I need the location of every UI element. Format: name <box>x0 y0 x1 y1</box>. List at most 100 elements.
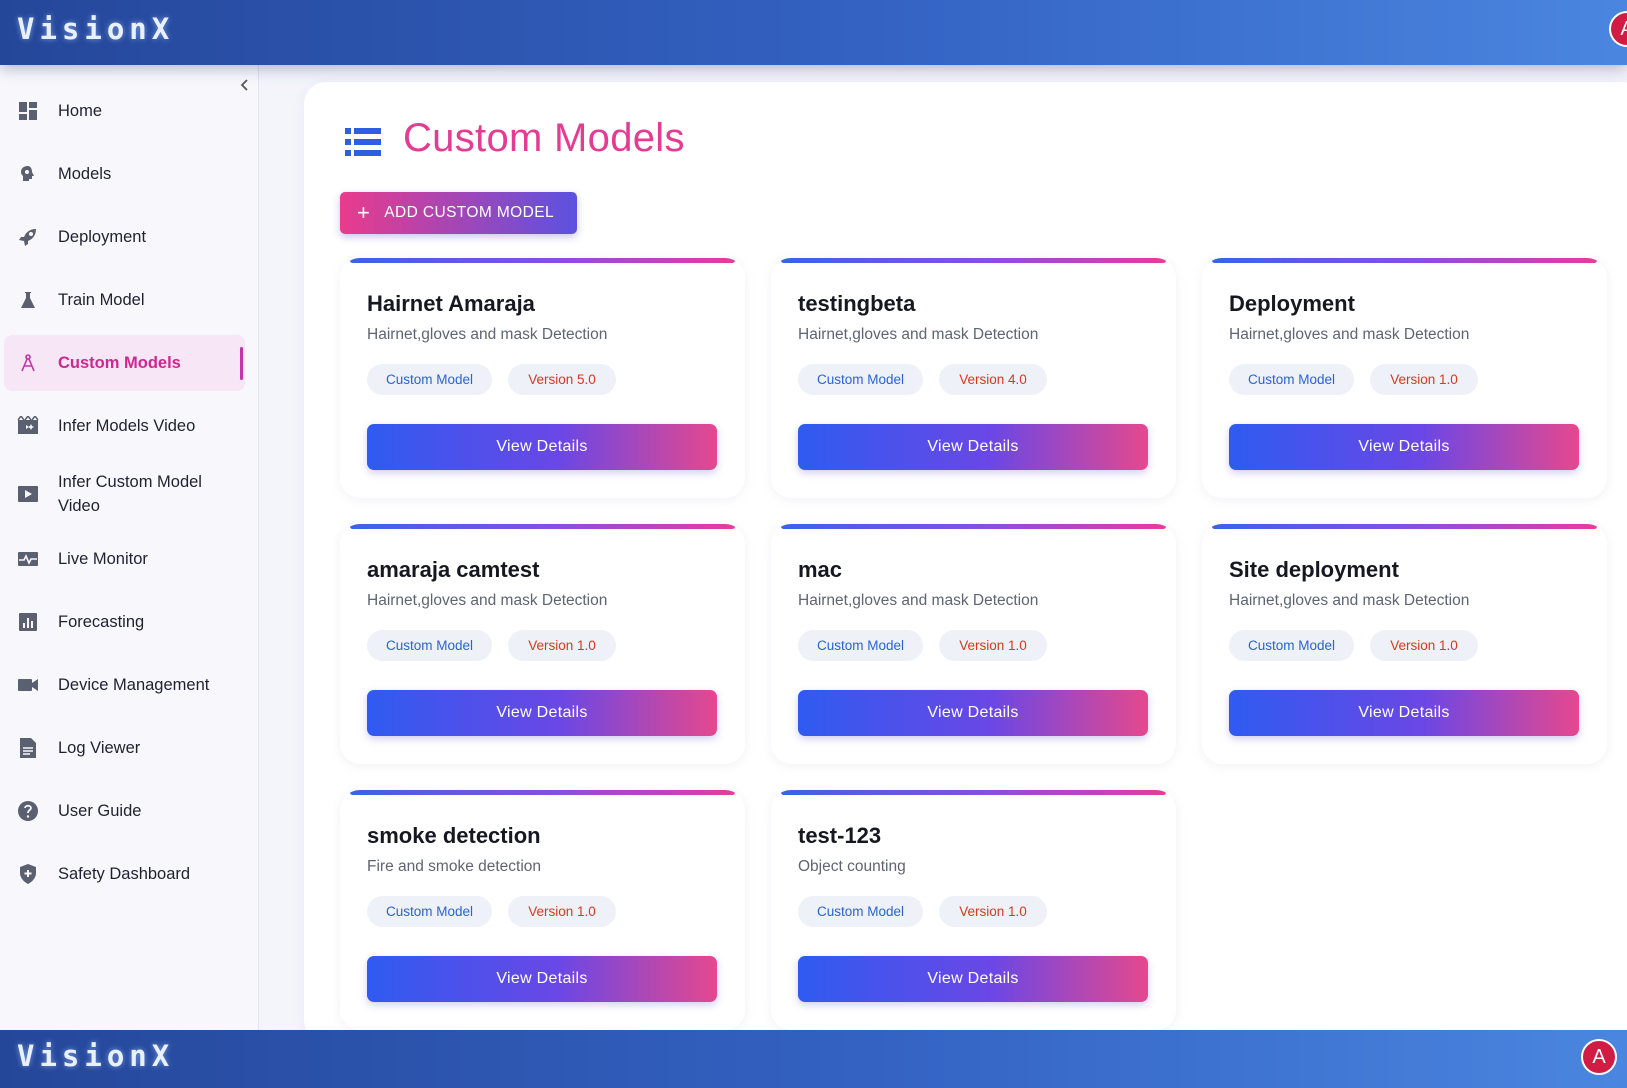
card-accent-line <box>1212 524 1597 529</box>
view-details-button[interactable]: View Details <box>367 424 717 470</box>
card-title: amaraja camtest <box>367 557 540 582</box>
rocket-icon <box>15 224 41 250</box>
card-description: Hairnet,gloves and mask Detection <box>367 326 608 343</box>
brand-logo: VisionX <box>17 1039 175 1073</box>
version-badge: Version 1.0 <box>1370 364 1478 395</box>
view-details-button[interactable]: View Details <box>798 424 1148 470</box>
type-badge: Custom Model <box>798 896 923 927</box>
monitor-heart-icon <box>15 546 41 572</box>
plus-icon: + <box>357 200 371 225</box>
card-description: Fire and smoke detection <box>367 858 542 875</box>
type-badge: Custom Model <box>798 630 923 661</box>
sidebar-item-label: Deployment <box>58 228 147 246</box>
add-custom-model-button[interactable]: + ADD CUSTOM MODEL <box>340 192 577 234</box>
sidebar-item-device-management[interactable]: Device Management <box>4 657 245 713</box>
sidebar-item-home[interactable]: Home <box>4 83 245 139</box>
view-details-button[interactable]: View Details <box>367 956 717 1002</box>
sidebar-item-label: User Guide <box>58 802 142 820</box>
model-card: mac Hairnet,gloves and mask Detection Cu… <box>771 524 1176 764</box>
sidebar-item-custom-models[interactable]: Custom Models <box>4 335 245 391</box>
sidebar-item-label: Train Model <box>58 291 145 309</box>
version-badge: Version 1.0 <box>508 896 616 927</box>
sidebar-item-label: Home <box>58 102 103 120</box>
sidebar-item-log-viewer[interactable]: Log Viewer <box>4 720 245 776</box>
sidebar-item-infer-custom-model-video[interactable]: Infer Custom Model Video <box>4 463 245 525</box>
model-card: amaraja camtest Hairnet,gloves and mask … <box>340 524 745 764</box>
sidebar-item-label: Infer Models Video <box>58 417 196 435</box>
sidebar-item-label: Models <box>58 165 112 183</box>
card-title: smoke detection <box>367 823 541 848</box>
sidebar-item-user-guide[interactable]: User Guide <box>4 783 245 839</box>
sidebar-item-infer-models-video[interactable]: Infer Models Video <box>4 398 245 454</box>
bar-chart-icon <box>15 609 41 635</box>
version-badge: Version 1.0 <box>508 630 616 661</box>
card-title: test-123 <box>798 823 882 848</box>
brand-logo: VisionX <box>17 12 175 46</box>
card-accent-line <box>350 258 735 263</box>
view-details-button[interactable]: View Details <box>367 690 717 736</box>
brain-icon <box>15 161 41 187</box>
card-description: Hairnet,gloves and mask Detection <box>1229 592 1470 609</box>
version-badge: Version 1.0 <box>939 896 1047 927</box>
card-description: Object counting <box>798 858 906 875</box>
document-icon <box>15 735 41 761</box>
card-accent-line <box>1212 258 1597 263</box>
sidebar-item-train-model[interactable]: Train Model <box>4 272 245 328</box>
card-title: testingbeta <box>798 291 916 316</box>
sidebar-item-label: Safety Dashboard <box>58 865 191 883</box>
flask-icon <box>15 287 41 313</box>
page-title: Custom Models <box>403 116 685 160</box>
sidebar-item-forecasting[interactable]: Forecasting <box>4 594 245 650</box>
top-app-bar: VisionX A <box>0 0 1627 65</box>
play-icon <box>15 481 41 507</box>
view-details-button[interactable]: View Details <box>798 690 1148 736</box>
help-icon <box>15 798 41 824</box>
card-title: mac <box>798 557 843 582</box>
view-details-button[interactable]: View Details <box>1229 424 1579 470</box>
version-badge: Version 5.0 <box>508 364 616 395</box>
version-badge: Version 1.0 <box>1370 630 1478 661</box>
type-badge: Custom Model <box>367 896 492 927</box>
user-avatar[interactable]: A <box>1581 1039 1617 1075</box>
view-details-button[interactable]: View Details <box>798 956 1148 1002</box>
card-accent-line <box>350 790 735 795</box>
card-accent-line <box>350 524 735 529</box>
video-edit-icon <box>15 413 41 439</box>
card-description: Hairnet,gloves and mask Detection <box>1229 326 1470 343</box>
bottom-app-bar: VisionX A <box>0 1030 1627 1088</box>
list-icon <box>345 127 381 157</box>
model-card: test-123 Object counting Custom Model Ve… <box>771 790 1176 1030</box>
sidebar-item-label: Forecasting <box>58 613 145 631</box>
type-badge: Custom Model <box>1229 364 1354 395</box>
compass-icon <box>15 350 41 376</box>
version-badge: Version 1.0 <box>939 630 1047 661</box>
type-badge: Custom Model <box>798 364 923 395</box>
model-card: Site deployment Hairnet,gloves and mask … <box>1202 524 1607 764</box>
type-badge: Custom Model <box>1229 630 1354 661</box>
card-description: Hairnet,gloves and mask Detection <box>367 592 608 609</box>
sidebar-item-models[interactable]: Models <box>4 146 245 202</box>
card-description: Hairnet,gloves and mask Detection <box>798 326 1039 343</box>
shield-icon <box>15 861 41 887</box>
card-title: Site deployment <box>1229 557 1399 582</box>
sidebar-item-label: Log Viewer <box>58 739 141 757</box>
version-badge: Version 4.0 <box>939 364 1047 395</box>
card-accent-line <box>781 790 1166 795</box>
user-avatar[interactable]: A <box>1609 11 1627 47</box>
sidebar-item-label: Custom Models <box>58 354 181 372</box>
model-card: smoke detection Fire and smoke detection… <box>340 790 745 1030</box>
sidebar-item-label: Device Management <box>58 676 210 694</box>
dashboard-icon <box>15 98 41 124</box>
card-title: Hairnet Amaraja <box>367 291 535 316</box>
sidebar-item-live-monitor[interactable]: Live Monitor <box>4 531 245 587</box>
sidebar-item-deployment[interactable]: Deployment <box>4 209 245 265</box>
camera-icon <box>15 672 41 698</box>
sidebar-item-label: Infer Custom Model Video <box>58 473 202 515</box>
card-description: Hairnet,gloves and mask Detection <box>798 592 1039 609</box>
sidebar: Home Models Deployment Train Model Custo… <box>0 65 259 1030</box>
type-badge: Custom Model <box>367 630 492 661</box>
model-card: Hairnet Amaraja Hairnet,gloves and mask … <box>340 258 745 498</box>
view-details-button[interactable]: View Details <box>1229 690 1579 736</box>
sidebar-item-safety-dashboard[interactable]: Safety Dashboard <box>4 846 245 902</box>
add-button-label: ADD CUSTOM MODEL <box>384 204 554 221</box>
